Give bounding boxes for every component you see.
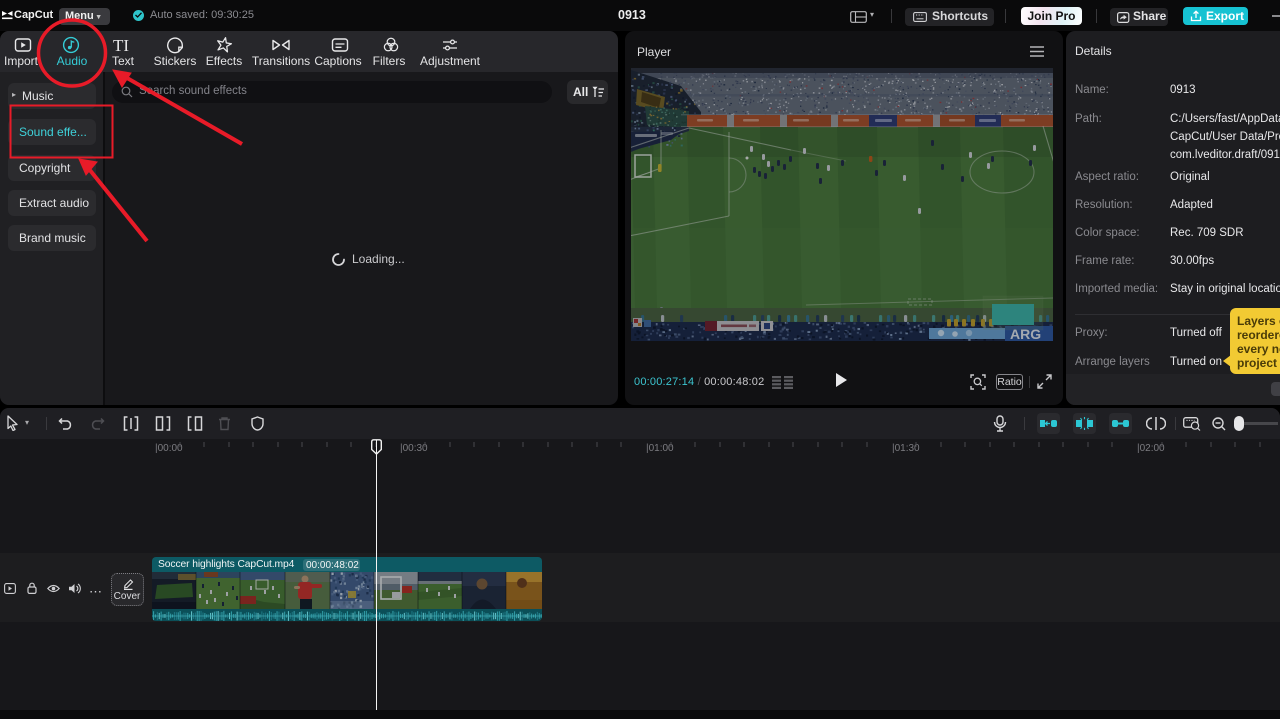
- svg-text:|01:00: |01:00: [646, 443, 674, 454]
- svg-text:|00:30: |00:30: [400, 443, 428, 454]
- svg-text:TI: TI: [113, 36, 129, 54]
- svg-text:|00:00: |00:00: [155, 443, 183, 454]
- svg-text:|02:00: |02:00: [1137, 443, 1165, 454]
